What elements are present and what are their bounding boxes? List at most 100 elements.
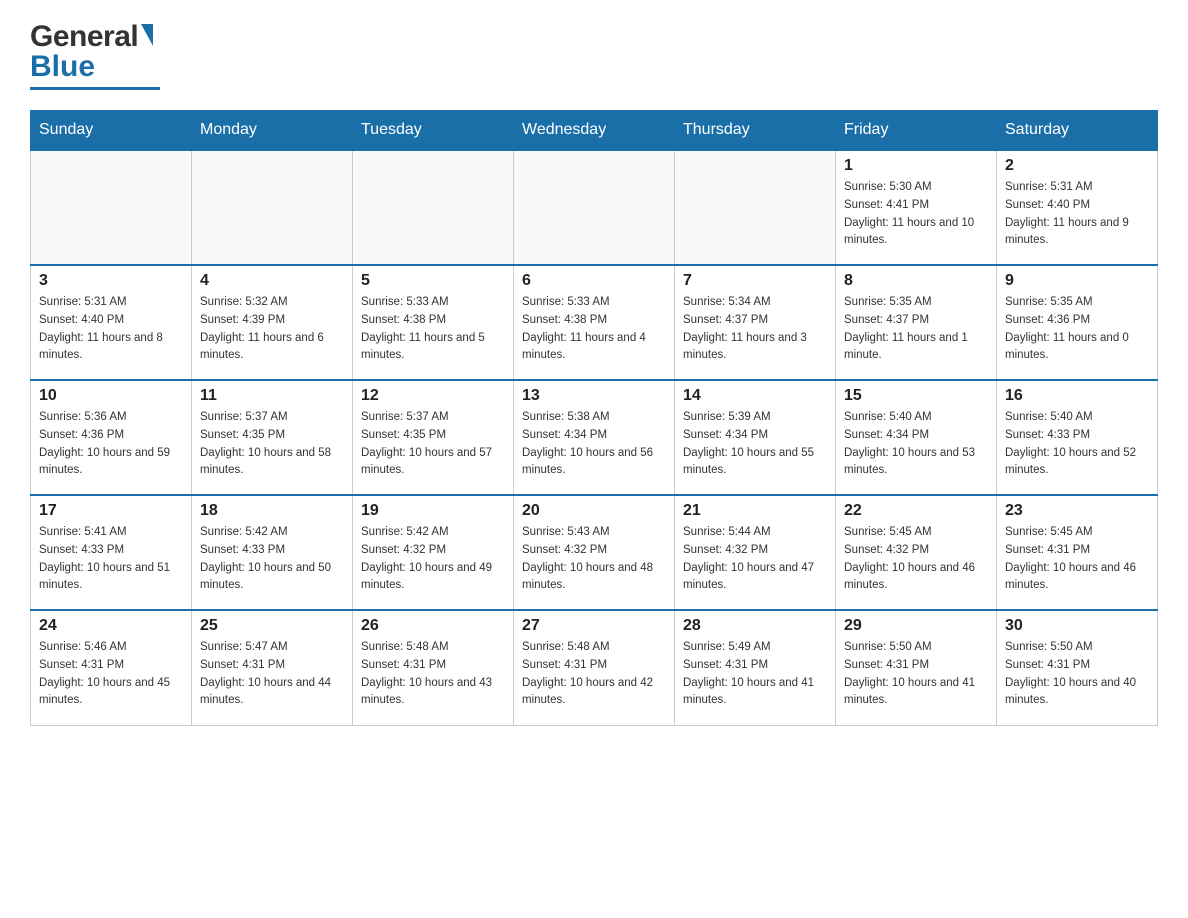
- day-number: 13: [522, 387, 666, 405]
- calendar-cell: 25 Sunrise: 5:47 AM Sunset: 4:31 PM Dayli…: [192, 610, 353, 725]
- day-info: Sunrise: 5:42 AM Sunset: 4:33 PM Dayligh…: [200, 524, 344, 595]
- day-info: Sunrise: 5:50 AM Sunset: 4:31 PM Dayligh…: [844, 639, 988, 710]
- calendar-cell: 2Sunrise: 5:31 AM Sunset: 4:40 PM Daylig…: [997, 150, 1158, 265]
- calendar-cell: [675, 150, 836, 265]
- day-number: 9: [1005, 272, 1149, 290]
- calendar-cell: 24 Sunrise: 5:46 AM Sunset: 4:31 PM Dayli…: [31, 610, 192, 725]
- day-number: 10: [39, 387, 183, 405]
- calendar-cell: 11 Sunrise: 5:37 AM Sunset: 4:35 PM Dayli…: [192, 380, 353, 495]
- day-number: 26: [361, 617, 505, 635]
- logo-row: General: [30, 20, 153, 54]
- day-number: 11: [200, 387, 344, 405]
- day-number: 8: [844, 272, 988, 290]
- calendar-table: SundayMondayTuesdayWednesdayThursdayFrid…: [30, 110, 1158, 726]
- calendar-cell: 9 Sunrise: 5:35 AM Sunset: 4:36 PM Daylig…: [997, 265, 1158, 380]
- day-number: 14: [683, 387, 827, 405]
- week-row-2: 3 Sunrise: 5:31 AM Sunset: 4:40 PM Daylig…: [31, 265, 1158, 380]
- day-number: 29: [844, 617, 988, 635]
- weekday-header-thursday: Thursday: [675, 111, 836, 151]
- day-info: Sunrise: 5:39 AM Sunset: 4:34 PM Dayligh…: [683, 409, 827, 480]
- day-info: Sunrise: 5:33 AM Sunset: 4:38 PM Dayligh…: [522, 294, 666, 365]
- day-info: Sunrise: 5:35 AM Sunset: 4:36 PM Dayligh…: [1005, 294, 1149, 365]
- logo-general-word: General: [30, 20, 138, 54]
- calendar-cell: 13 Sunrise: 5:38 AM Sunset: 4:34 PM Dayli…: [514, 380, 675, 495]
- calendar-cell: 18 Sunrise: 5:42 AM Sunset: 4:33 PM Dayli…: [192, 495, 353, 610]
- day-info: Sunrise: 5:49 AM Sunset: 4:31 PM Dayligh…: [683, 639, 827, 710]
- day-info: Sunrise: 5:33 AM Sunset: 4:38 PM Dayligh…: [361, 294, 505, 365]
- day-info: Sunrise: 5:38 AM Sunset: 4:34 PM Dayligh…: [522, 409, 666, 480]
- day-number: 25: [200, 617, 344, 635]
- week-row-5: 24 Sunrise: 5:46 AM Sunset: 4:31 PM Dayli…: [31, 610, 1158, 725]
- calendar-cell: 5 Sunrise: 5:33 AM Sunset: 4:38 PM Daylig…: [353, 265, 514, 380]
- day-info: Sunrise: 5:47 AM Sunset: 4:31 PM Dayligh…: [200, 639, 344, 710]
- logo-rule: [30, 87, 160, 90]
- calendar-cell: 6 Sunrise: 5:33 AM Sunset: 4:38 PM Daylig…: [514, 265, 675, 380]
- day-info: Sunrise: 5:37 AM Sunset: 4:35 PM Dayligh…: [200, 409, 344, 480]
- calendar-cell: 3 Sunrise: 5:31 AM Sunset: 4:40 PM Daylig…: [31, 265, 192, 380]
- calendar-cell: 15 Sunrise: 5:40 AM Sunset: 4:34 PM Dayli…: [836, 380, 997, 495]
- calendar-cell: 26 Sunrise: 5:48 AM Sunset: 4:31 PM Dayli…: [353, 610, 514, 725]
- week-row-4: 17 Sunrise: 5:41 AM Sunset: 4:33 PM Dayli…: [31, 495, 1158, 610]
- day-number: 2: [1005, 157, 1149, 175]
- calendar-cell: 4 Sunrise: 5:32 AM Sunset: 4:39 PM Daylig…: [192, 265, 353, 380]
- day-info: Sunrise: 5:45 AM Sunset: 4:32 PM Dayligh…: [844, 524, 988, 595]
- weekday-header-monday: Monday: [192, 111, 353, 151]
- calendar-cell: 22 Sunrise: 5:45 AM Sunset: 4:32 PM Dayli…: [836, 495, 997, 610]
- calendar-cell: [353, 150, 514, 265]
- calendar-cell: 21Sunrise: 5:44 AM Sunset: 4:32 PM Dayli…: [675, 495, 836, 610]
- day-info: Sunrise: 5:32 AM Sunset: 4:39 PM Dayligh…: [200, 294, 344, 365]
- weekday-header-tuesday: Tuesday: [353, 111, 514, 151]
- day-number: 5: [361, 272, 505, 290]
- calendar-cell: 30 Sunrise: 5:50 AM Sunset: 4:31 PM Dayli…: [997, 610, 1158, 725]
- day-number: 19: [361, 502, 505, 520]
- calendar-cell: 27Sunrise: 5:48 AM Sunset: 4:31 PM Dayli…: [514, 610, 675, 725]
- weekday-header-wednesday: Wednesday: [514, 111, 675, 151]
- day-number: 1: [844, 157, 988, 175]
- logo-chevron-icon: [141, 24, 153, 46]
- day-number: 3: [39, 272, 183, 290]
- day-info: Sunrise: 5:40 AM Sunset: 4:33 PM Dayligh…: [1005, 409, 1149, 480]
- day-info: Sunrise: 5:34 AM Sunset: 4:37 PM Dayligh…: [683, 294, 827, 365]
- day-number: 12: [361, 387, 505, 405]
- day-info: Sunrise: 5:43 AM Sunset: 4:32 PM Dayligh…: [522, 524, 666, 595]
- day-info: Sunrise: 5:50 AM Sunset: 4:31 PM Dayligh…: [1005, 639, 1149, 710]
- calendar-cell: [514, 150, 675, 265]
- calendar-cell: 1 Sunrise: 5:30 AM Sunset: 4:41 PM Daylig…: [836, 150, 997, 265]
- day-number: 7: [683, 272, 827, 290]
- day-info: Sunrise: 5:37 AM Sunset: 4:35 PM Dayligh…: [361, 409, 505, 480]
- week-row-3: 10Sunrise: 5:36 AM Sunset: 4:36 PM Dayli…: [31, 380, 1158, 495]
- calendar-cell: 19Sunrise: 5:42 AM Sunset: 4:32 PM Dayli…: [353, 495, 514, 610]
- day-info: Sunrise: 5:46 AM Sunset: 4:31 PM Dayligh…: [39, 639, 183, 710]
- day-info: Sunrise: 5:30 AM Sunset: 4:41 PM Dayligh…: [844, 179, 988, 250]
- day-number: 24: [39, 617, 183, 635]
- day-info: Sunrise: 5:41 AM Sunset: 4:33 PM Dayligh…: [39, 524, 183, 595]
- day-number: 4: [200, 272, 344, 290]
- day-info: Sunrise: 5:48 AM Sunset: 4:31 PM Dayligh…: [361, 639, 505, 710]
- calendar-cell: 12 Sunrise: 5:37 AM Sunset: 4:35 PM Dayli…: [353, 380, 514, 495]
- weekday-header-friday: Friday: [836, 111, 997, 151]
- calendar-cell: [192, 150, 353, 265]
- day-number: 18: [200, 502, 344, 520]
- week-row-1: 1 Sunrise: 5:30 AM Sunset: 4:41 PM Daylig…: [31, 150, 1158, 265]
- calendar-cell: 17 Sunrise: 5:41 AM Sunset: 4:33 PM Dayli…: [31, 495, 192, 610]
- calendar-cell: 29 Sunrise: 5:50 AM Sunset: 4:31 PM Dayli…: [836, 610, 997, 725]
- calendar-cell: 7 Sunrise: 5:34 AM Sunset: 4:37 PM Daylig…: [675, 265, 836, 380]
- calendar-cell: 8 Sunrise: 5:35 AM Sunset: 4:37 PM Daylig…: [836, 265, 997, 380]
- weekday-header-saturday: Saturday: [997, 111, 1158, 151]
- calendar-cell: 20Sunrise: 5:43 AM Sunset: 4:32 PM Dayli…: [514, 495, 675, 610]
- day-number: 22: [844, 502, 988, 520]
- day-info: Sunrise: 5:31 AM Sunset: 4:40 PM Dayligh…: [39, 294, 183, 365]
- day-number: 17: [39, 502, 183, 520]
- day-number: 23: [1005, 502, 1149, 520]
- day-number: 30: [1005, 617, 1149, 635]
- day-info: Sunrise: 5:35 AM Sunset: 4:37 PM Dayligh…: [844, 294, 988, 365]
- calendar-cell: 14 Sunrise: 5:39 AM Sunset: 4:34 PM Dayli…: [675, 380, 836, 495]
- day-number: 15: [844, 387, 988, 405]
- day-info: Sunrise: 5:40 AM Sunset: 4:34 PM Dayligh…: [844, 409, 988, 480]
- calendar-cell: 23 Sunrise: 5:45 AM Sunset: 4:31 PM Dayli…: [997, 495, 1158, 610]
- day-info: Sunrise: 5:45 AM Sunset: 4:31 PM Dayligh…: [1005, 524, 1149, 595]
- day-number: 6: [522, 272, 666, 290]
- day-number: 16: [1005, 387, 1149, 405]
- day-number: 27: [522, 617, 666, 635]
- page-header: General Blue: [30, 20, 1158, 90]
